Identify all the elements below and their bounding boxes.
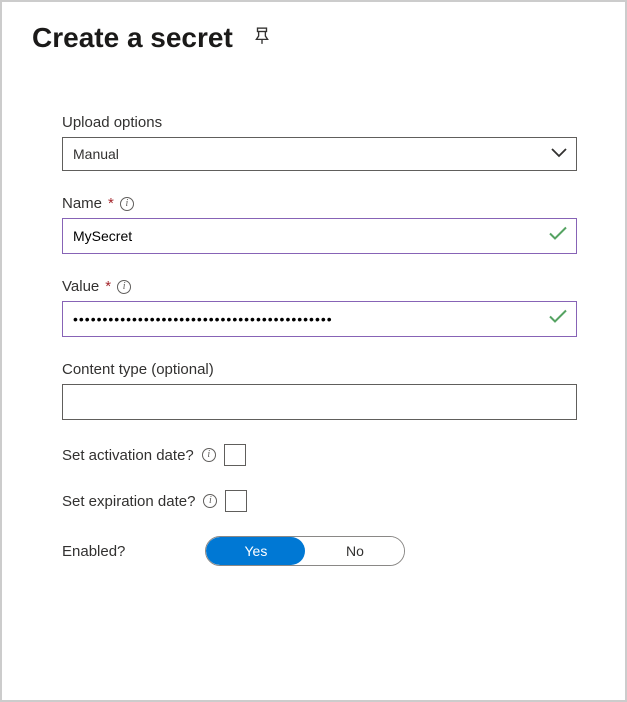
info-icon[interactable]: i xyxy=(203,494,217,508)
info-icon[interactable]: i xyxy=(202,448,216,462)
content-type-input[interactable] xyxy=(62,384,577,420)
activation-date-label: Set activation date? xyxy=(62,447,194,464)
expiration-date-checkbox[interactable] xyxy=(225,490,247,512)
pin-icon[interactable] xyxy=(253,27,271,50)
name-label: Name * i xyxy=(62,195,577,212)
required-indicator: * xyxy=(108,195,114,212)
upload-options-label: Upload options xyxy=(62,114,577,131)
enabled-label: Enabled? xyxy=(62,543,125,560)
info-icon[interactable]: i xyxy=(120,197,134,211)
info-icon[interactable]: i xyxy=(117,280,131,294)
enabled-yes-button[interactable]: Yes xyxy=(206,537,305,565)
value-input[interactable] xyxy=(62,301,577,337)
expiration-date-row: Set expiration date? i xyxy=(62,490,577,512)
content-type-label: Content type (optional) xyxy=(62,361,577,378)
value-label: Value * i xyxy=(62,278,577,295)
enabled-row: Enabled? Yes No xyxy=(62,536,577,566)
create-secret-form: Upload options Manual Name * i Value * i… xyxy=(32,114,595,566)
page-title: Create a secret xyxy=(32,22,233,54)
enabled-no-button[interactable]: No xyxy=(305,537,404,565)
activation-date-row: Set activation date? i xyxy=(62,444,577,466)
activation-date-checkbox[interactable] xyxy=(224,444,246,466)
upload-options-select[interactable]: Manual xyxy=(62,137,577,171)
name-input[interactable] xyxy=(62,218,577,254)
page-header: Create a secret xyxy=(32,22,595,54)
enabled-toggle: Yes No xyxy=(205,536,405,566)
upload-options-value: Manual xyxy=(62,137,577,171)
expiration-date-label: Set expiration date? xyxy=(62,493,195,510)
required-indicator: * xyxy=(105,278,111,295)
